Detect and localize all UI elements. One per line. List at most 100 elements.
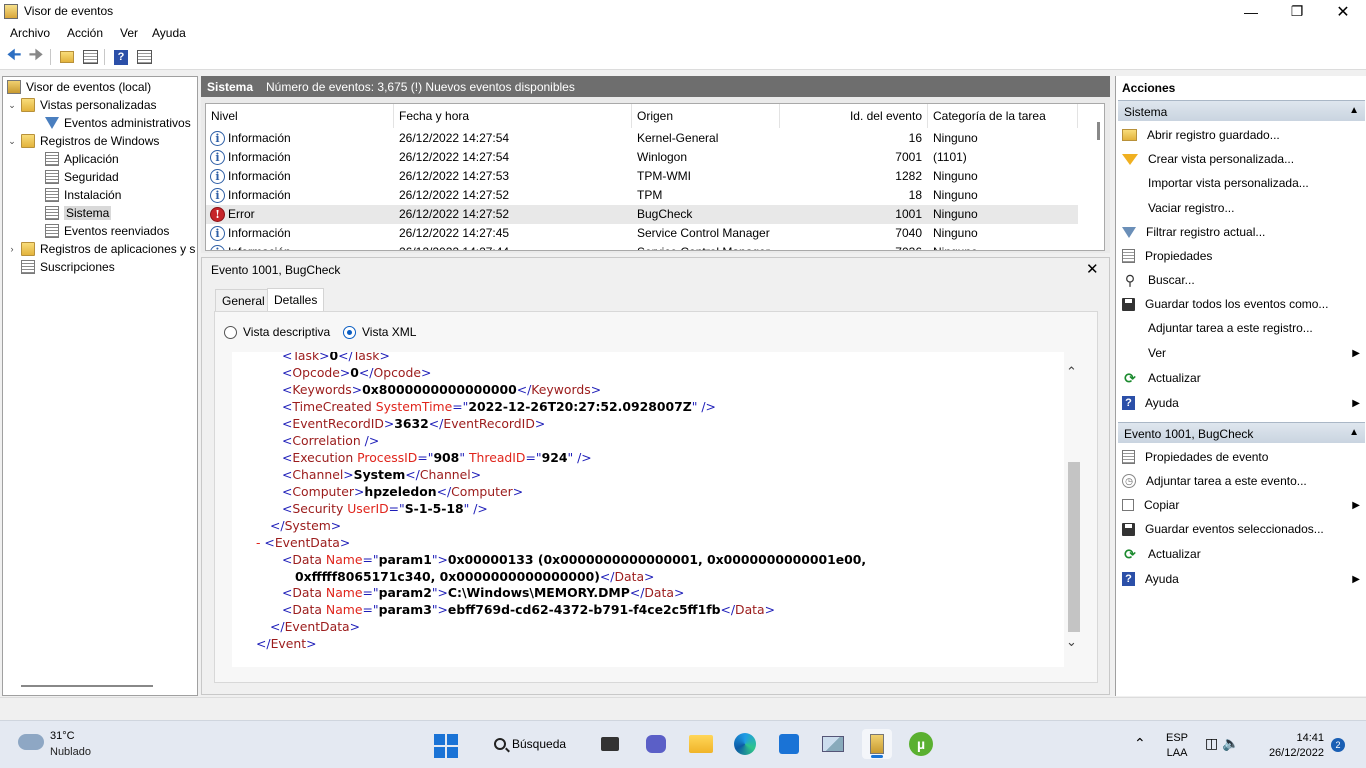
action-save-all-events[interactable]: Guardar todos los eventos como... <box>1122 293 1362 315</box>
action-open-saved-log[interactable]: Abrir registro guardado... <box>1122 124 1362 146</box>
action-import-custom-view[interactable]: Importar vista personalizada... <box>1122 172 1362 194</box>
tree-item-application[interactable]: Aplicación <box>45 150 119 168</box>
events-scrollbar[interactable] <box>1097 122 1100 140</box>
tree-item-root[interactable]: Visor de eventos (local) <box>7 78 151 96</box>
close-button[interactable]: ✕ <box>1320 0 1366 23</box>
action-view[interactable]: Ver ▶ <box>1122 342 1362 364</box>
back-icon[interactable]: 🠈 <box>5 47 23 66</box>
column-header-source[interactable]: Origen <box>632 104 780 128</box>
close-icon[interactable]: ✕ <box>1086 260 1099 278</box>
tree-item-windows-logs[interactable]: ⌄ Registros de Windows <box>7 132 159 150</box>
menu-ver[interactable]: Ver <box>120 26 138 40</box>
event-row[interactable]: iInformación 26/12/2022 14:27:44 Service C… <box>206 243 1078 250</box>
folder-icon <box>21 98 35 112</box>
cloud-icon[interactable] <box>18 734 44 750</box>
event-row[interactable]: i Información 26/12/2022 14:27:54 Winlogon 7… <box>206 148 1078 167</box>
action-help[interactable]: ? Ayuda ▶ <box>1122 392 1362 414</box>
column-header-category[interactable]: Categoría de la tarea <box>928 104 1078 128</box>
event-viewer-taskbar-icon[interactable] <box>862 729 892 759</box>
notification-badge[interactable]: 2 <box>1331 738 1345 752</box>
radio-xml-view[interactable]: Vista XML <box>343 325 416 339</box>
event-row[interactable]: i Información 26/12/2022 14:27:54 Kernel-Ge… <box>206 129 1078 148</box>
taskbar-search-button[interactable]: Búsqueda <box>482 729 582 759</box>
action-save-selected[interactable]: Guardar eventos seleccionados... <box>1122 518 1362 540</box>
scroll-thumb[interactable] <box>1068 462 1080 632</box>
tray-icons[interactable]: ◫ 🔈 <box>1205 735 1240 752</box>
tree-item-system[interactable]: Sistema <box>45 204 112 222</box>
tree-horizontal-scrollbar[interactable] <box>21 685 153 687</box>
network-icon[interactable]: ◫ <box>1205 735 1218 751</box>
tree-item-custom-views[interactable]: ⌄ Vistas personalizadas <box>7 96 157 114</box>
tree-item-subscriptions[interactable]: Suscripciones <box>21 258 115 276</box>
chevron-down-icon[interactable]: ⌄ <box>7 100 17 111</box>
clock[interactable]: 14:41 26/12/2022 <box>1258 731 1324 761</box>
show-hide-actions-icon[interactable] <box>135 48 153 66</box>
action-create-custom-view[interactable]: Crear vista personalizada... <box>1122 148 1362 170</box>
action-help-event[interactable]: ? Ayuda ▶ <box>1122 568 1362 590</box>
tree-item-admin-events[interactable]: Eventos administrativos <box>45 114 191 132</box>
tab-general[interactable]: General <box>215 289 272 311</box>
action-copy[interactable]: Copiar ▶ <box>1122 494 1362 516</box>
action-clear-log[interactable]: Vaciar registro... <box>1122 197 1362 219</box>
action-filter-log[interactable]: Filtrar registro actual... <box>1122 221 1362 243</box>
event-viewer-icon <box>7 80 21 94</box>
radio-friendly-view[interactable]: Vista descriptiva <box>224 325 330 339</box>
collapse-icon[interactable]: ▲ <box>1349 105 1359 116</box>
action-properties[interactable]: Propiedades <box>1122 245 1362 267</box>
radio-circle-selected[interactable] <box>343 325 356 339</box>
tree-item-forwarded[interactable]: Eventos reenviados <box>45 222 169 240</box>
language-indicator[interactable]: ESP LAA <box>1166 731 1188 761</box>
action-find[interactable]: ⚲ Buscar... <box>1122 269 1362 291</box>
menu-ayuda[interactable]: Ayuda <box>152 26 186 40</box>
menu-accion[interactable]: Acción <box>67 26 103 40</box>
utorrent-icon[interactable]: µ <box>906 729 936 759</box>
column-header-level[interactable]: Nivel <box>206 104 394 128</box>
volume-icon[interactable]: 🔈 <box>1222 735 1239 751</box>
performance-monitor-icon[interactable] <box>818 729 848 759</box>
tree-item-app-service-logs[interactable]: › Registros de aplicaciones y s <box>7 240 195 258</box>
actions-section-system[interactable]: Sistema ▲ <box>1118 100 1365 121</box>
event-row[interactable]: i Información 26/12/2022 14:27:45 Service C… <box>206 224 1078 243</box>
actions-header: Acciones <box>1122 81 1176 95</box>
forward-icon[interactable]: 🠊 <box>27 47 45 66</box>
store-icon[interactable] <box>774 729 804 759</box>
help-icon[interactable]: ? <box>112 48 130 66</box>
column-header-date[interactable]: Fecha y hora <box>394 104 632 128</box>
collapse-icon[interactable]: ▲ <box>1349 427 1359 438</box>
tree-item-security[interactable]: Seguridad <box>45 168 119 186</box>
weather-temperature[interactable]: 31°C <box>50 730 75 742</box>
start-button[interactable] <box>434 734 458 758</box>
submenu-arrow-icon: ▶ <box>1352 397 1360 409</box>
radio-circle[interactable] <box>224 325 237 339</box>
show-hide-tree-icon[interactable] <box>81 48 99 66</box>
xml-view[interactable]: <Task>0</Task> <Opcode>0</Opcode> <Keywo… <box>232 352 1064 667</box>
xml-scrollbar[interactable]: ⌃ ⌄ <box>1065 352 1083 667</box>
minimize-button[interactable]: — <box>1228 0 1274 23</box>
event-row[interactable]: i Información 26/12/2022 14:27:53 TPM-WMI 12… <box>206 167 1078 186</box>
scroll-down-icon[interactable]: ⌄ <box>1066 634 1077 650</box>
up-folder-icon[interactable] <box>58 48 76 66</box>
file-explorer-icon[interactable] <box>686 729 716 759</box>
action-event-properties[interactable]: Propiedades de evento <box>1122 446 1362 468</box>
edge-icon[interactable] <box>730 729 760 759</box>
actions-section-event[interactable]: Evento 1001, BugCheck ▲ <box>1118 422 1365 443</box>
chevron-down-icon[interactable]: ⌄ <box>7 136 17 147</box>
action-attach-task-log[interactable]: Adjuntar tarea a este registro... <box>1122 317 1362 339</box>
action-refresh-event[interactable]: ⟳ Actualizar <box>1122 543 1362 565</box>
maximize-button[interactable]: ❐ <box>1274 0 1320 23</box>
chat-icon[interactable] <box>641 729 671 759</box>
task-view-icon[interactable] <box>595 729 625 759</box>
chevron-right-icon[interactable]: › <box>7 244 17 254</box>
scroll-up-icon[interactable]: ⌃ <box>1066 364 1077 380</box>
tray-overflow-icon[interactable]: ⌃ <box>1134 735 1146 752</box>
tab-details[interactable]: Detalles <box>267 288 325 312</box>
event-row[interactable]: ! Error 26/12/2022 14:27:52 BugCheck 1001 Nin… <box>206 205 1078 224</box>
menu-archivo[interactable]: Archivo <box>10 26 50 40</box>
event-row[interactable]: i Información 26/12/2022 14:27:52 TPM 18 Ning… <box>206 186 1078 205</box>
action-refresh[interactable]: ⟳ Actualizar <box>1122 367 1362 389</box>
weather-description[interactable]: Nublado <box>50 746 91 758</box>
event-cell-source: TPM <box>637 188 663 202</box>
action-attach-task-event[interactable]: ◷ Adjuntar tarea a este evento... <box>1122 470 1362 492</box>
column-header-event-id[interactable]: Id. del evento <box>780 104 928 128</box>
tree-item-setup[interactable]: Instalación <box>45 186 121 204</box>
